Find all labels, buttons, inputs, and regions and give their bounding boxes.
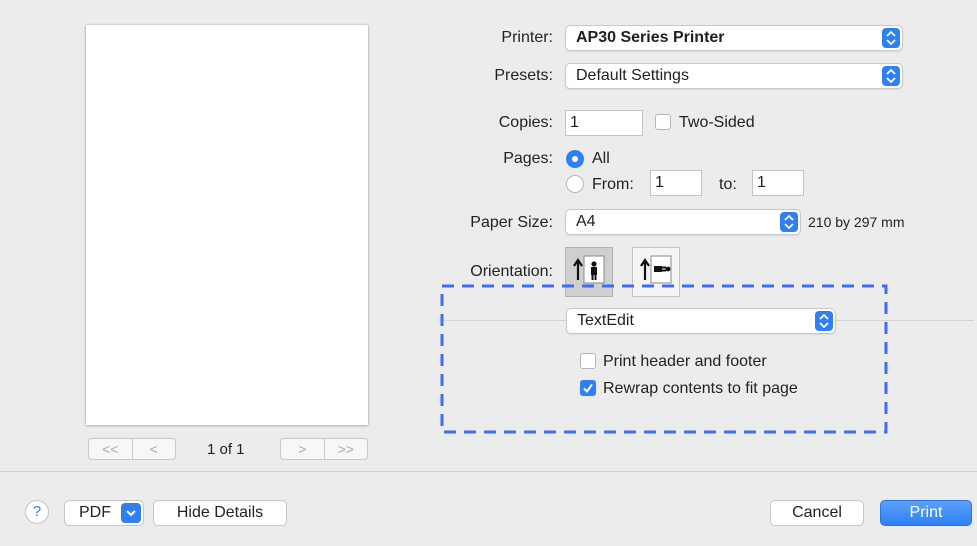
pages-from-label: From:	[592, 176, 634, 193]
printer-popup[interactable]: AP30 Series Printer	[565, 25, 903, 51]
stepper-icon	[882, 66, 900, 86]
pages-to-field[interactable]: 1	[752, 170, 804, 196]
previous-page-button[interactable]: <	[131, 439, 176, 459]
next-page-button[interactable]: >	[281, 439, 324, 459]
preview-nav-forward-group: > >>	[280, 438, 368, 460]
copies-label: Copies:	[498, 114, 553, 131]
presets-label: Presets:	[494, 67, 553, 84]
pages-to-label: to:	[719, 176, 737, 193]
pages-all-radio[interactable]	[566, 150, 584, 168]
stepper-icon	[780, 212, 798, 232]
printer-value: AP30 Series Printer	[576, 29, 725, 46]
pdf-label: PDF	[79, 504, 111, 521]
footer-separator	[0, 471, 977, 472]
pages-from-field[interactable]: 1	[650, 170, 702, 196]
pages-label: Pages:	[503, 150, 553, 167]
last-page-button[interactable]: >>	[323, 439, 368, 459]
chevron-down-icon	[121, 503, 141, 523]
pages-from-radio[interactable]	[566, 175, 584, 193]
cancel-button[interactable]: Cancel	[770, 500, 864, 526]
page-indicator: 1 of 1	[207, 441, 245, 458]
presets-value: Default Settings	[576, 67, 689, 84]
paper-size-value: A4	[576, 213, 596, 230]
annotation-dashed-box	[440, 284, 888, 434]
two-sided-label: Two-Sided	[679, 114, 755, 131]
pdf-button[interactable]: PDF	[64, 500, 144, 526]
stepper-icon	[882, 28, 900, 48]
help-icon[interactable]: ?	[25, 500, 49, 524]
hide-details-button[interactable]: Hide Details	[153, 500, 287, 526]
two-sided-checkbox[interactable]	[655, 114, 671, 130]
page-preview	[86, 25, 368, 425]
paper-size-popup[interactable]: A4	[565, 209, 801, 235]
paper-dimensions: 210 by 297 mm	[808, 214, 905, 230]
pages-all-label: All	[592, 150, 610, 167]
print-button[interactable]: Print	[880, 500, 972, 526]
copies-field[interactable]: 1	[565, 110, 643, 136]
printer-label: Printer:	[501, 29, 553, 46]
orientation-label: Orientation:	[470, 263, 553, 280]
first-page-button[interactable]: <<	[89, 439, 132, 459]
presets-popup[interactable]: Default Settings	[565, 63, 903, 89]
paper-size-label: Paper Size:	[470, 214, 553, 231]
preview-nav-back-group: << <	[88, 438, 176, 460]
